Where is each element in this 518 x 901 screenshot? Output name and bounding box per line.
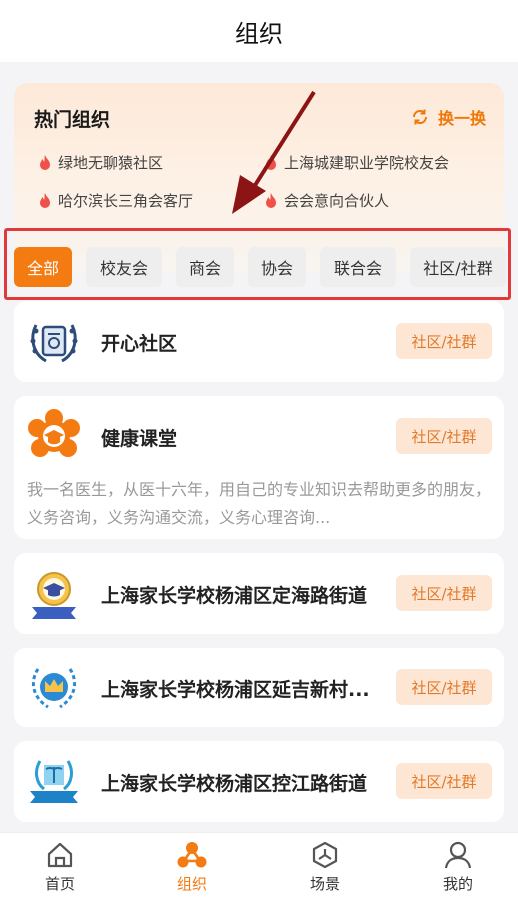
flower-graduation-cap-icon bbox=[28, 409, 80, 457]
tab-label: 组织 bbox=[176, 875, 207, 893]
org-name: 上海家长学校杨浦区控江路街道 bbox=[101, 773, 368, 795]
hot-organizations-title: 热门组织 bbox=[34, 109, 111, 131]
org-category-tag: 社区/社群 bbox=[396, 669, 492, 705]
flame-icon bbox=[266, 154, 276, 170]
filter-chip-alumni[interactable]: 校友会 bbox=[86, 247, 162, 287]
hot-item[interactable]: 绿地无聊猿社区 bbox=[38, 152, 163, 173]
org-category-tag: 社区/社群 bbox=[396, 575, 492, 611]
org-name: 健康课堂 bbox=[101, 428, 178, 450]
filter-chip-association[interactable]: 协会 bbox=[248, 247, 306, 287]
org-name: 上海家长学校杨浦区定海路街道 bbox=[101, 585, 368, 607]
flame-icon bbox=[40, 192, 50, 208]
filter-chip-all[interactable]: 全部 bbox=[14, 247, 72, 287]
profile-icon bbox=[444, 841, 472, 869]
org-name: 开心社区 bbox=[101, 333, 178, 355]
filter-chip-community[interactable]: 社区/社群 bbox=[410, 247, 506, 287]
graduation-cap-badge-icon bbox=[32, 572, 76, 619]
tab-label: 首页 bbox=[44, 875, 75, 893]
org-card[interactable]: 上海家长学校杨浦区控江路街道 社区/社群 bbox=[14, 741, 504, 822]
page-title: 组织 bbox=[235, 19, 283, 48]
org-description: 我一名医生，从医十六年，用自己的专业知识去帮助更多的朋友，义务咨询，义务沟通交流… bbox=[27, 480, 492, 527]
org-category-tag: 社区/社群 bbox=[396, 763, 492, 799]
bottom-tab-bar: 首页 组织 场景 我的 bbox=[0, 832, 518, 901]
tab-label: 我的 bbox=[442, 875, 473, 893]
tab-scene[interactable]: 场景 bbox=[285, 841, 365, 897]
org-category-tag: 社区/社群 bbox=[396, 323, 492, 359]
organization-icon bbox=[177, 842, 207, 868]
hot-item[interactable]: 上海城建职业学院校友会 bbox=[264, 152, 449, 173]
refresh-button[interactable]: 换一换 bbox=[410, 105, 486, 129]
filter-chip-federation[interactable]: 联合会 bbox=[320, 247, 396, 287]
crown-laurel-icon bbox=[31, 668, 77, 709]
hot-item[interactable]: 哈尔滨长三角会客厅 bbox=[38, 190, 193, 211]
hot-item[interactable]: 会会意向合伙人 bbox=[264, 190, 389, 211]
tab-home[interactable]: 首页 bbox=[20, 841, 100, 897]
home-icon bbox=[47, 842, 73, 868]
org-card[interactable]: 健康课堂 社区/社群 我一名医生，从医十六年，用自己的专业知识去帮助更多的朋友，… bbox=[14, 396, 504, 539]
tab-label: 场景 bbox=[309, 875, 340, 893]
org-card[interactable]: 上海家长学校杨浦区延吉新村... 社区/社群 bbox=[14, 648, 504, 727]
org-card[interactable]: 上海家长学校杨浦区定海路街道 社区/社群 bbox=[14, 553, 504, 634]
tab-organization[interactable]: 组织 bbox=[152, 841, 232, 897]
hot-item-label: 绿地无聊猿社区 bbox=[58, 154, 164, 172]
flame-icon bbox=[40, 154, 50, 170]
flame-icon bbox=[266, 192, 276, 208]
book-ribbon-icon bbox=[30, 760, 78, 803]
scene-icon bbox=[312, 841, 338, 869]
hot-item-label: 会会意向合伙人 bbox=[284, 192, 390, 210]
refresh-icon bbox=[412, 109, 427, 125]
org-category-tag: 社区/社群 bbox=[396, 418, 492, 454]
hot-item-label: 哈尔滨长三角会客厅 bbox=[58, 192, 194, 210]
org-card[interactable]: 开心社区 社区/社群 bbox=[14, 301, 504, 382]
filter-chip-chamber[interactable]: 商会 bbox=[176, 247, 234, 287]
laurel-badge-icon bbox=[30, 324, 78, 363]
tab-profile[interactable]: 我的 bbox=[418, 841, 498, 897]
hot-item-label: 上海城建职业学院校友会 bbox=[284, 154, 450, 172]
page-header: 组织 bbox=[0, 0, 518, 62]
org-name: 上海家长学校杨浦区延吉新村... bbox=[101, 679, 370, 701]
refresh-label: 换一换 bbox=[437, 109, 486, 128]
